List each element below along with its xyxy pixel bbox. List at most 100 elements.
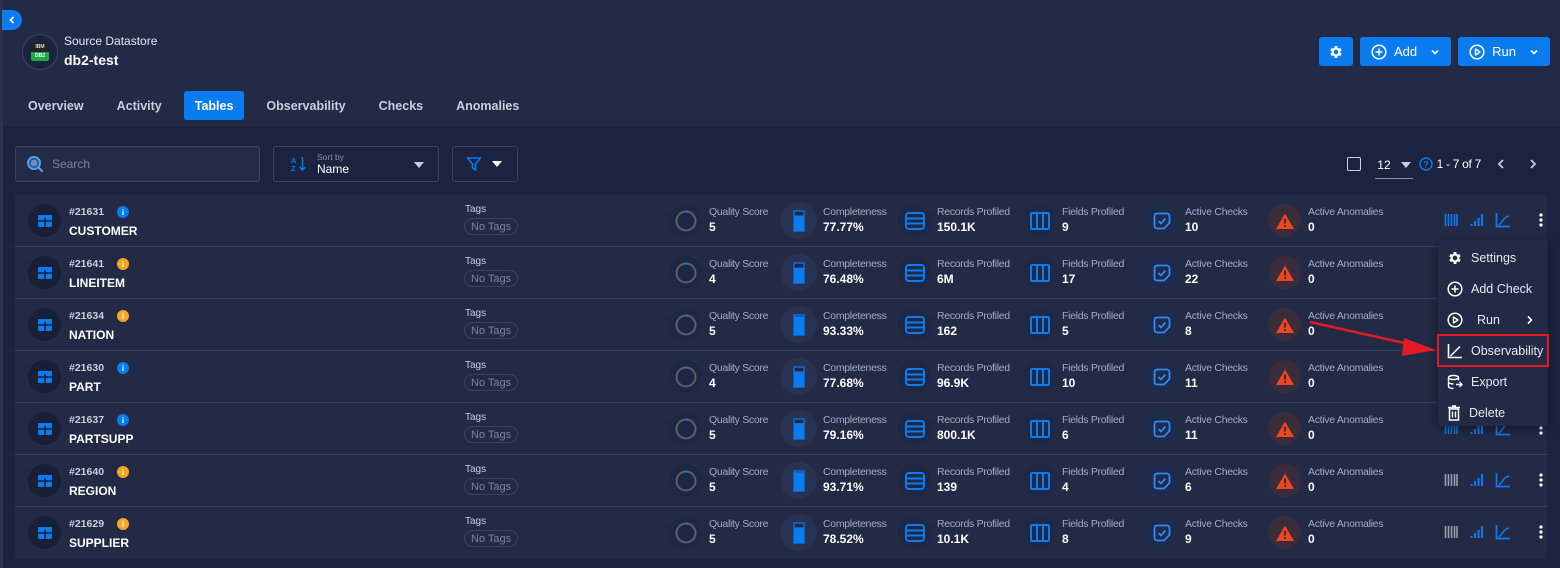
no-tags-badge[interactable]: No Tags <box>464 478 519 495</box>
table-row[interactable]: #21641 i LINEITEM Tags No Tags Quality S… <box>15 247 1547 299</box>
observability-button[interactable] <box>1495 523 1511 541</box>
records-icon <box>904 419 925 438</box>
completeness-value: 77.68% <box>823 376 864 390</box>
table-name[interactable]: NATION <box>69 328 114 342</box>
records-profiled-label: Records Profiled <box>937 362 1010 374</box>
info-icon[interactable]: i <box>117 362 129 374</box>
tab-observability[interactable]: Observability <box>255 91 356 120</box>
table-icon-wrap <box>28 204 61 237</box>
active-checks-label: Active Checks <box>1185 362 1248 374</box>
add-button[interactable]: Add <box>1360 37 1452 66</box>
no-tags-badge[interactable]: No Tags <box>464 218 519 235</box>
info-icon[interactable]: i <box>117 414 129 426</box>
more-options-button[interactable] <box>1533 211 1549 229</box>
scan-button[interactable] <box>1469 523 1485 541</box>
records-icon <box>904 315 925 334</box>
tab-checks[interactable]: Checks <box>368 91 434 120</box>
tab-activity[interactable]: Activity <box>106 91 173 120</box>
info-icon[interactable]: i <box>117 310 129 322</box>
table-icon-wrap <box>28 412 61 445</box>
fields-profiled-label: Fields Profiled <box>1062 466 1125 478</box>
table-row[interactable]: #21637 i PARTSUPP Tags No Tags Quality S… <box>15 403 1547 455</box>
quality-score-label: Quality Score <box>709 206 769 218</box>
scan-button[interactable] <box>1469 211 1485 229</box>
next-page-button[interactable] <box>1521 152 1545 176</box>
quality-score-label: Quality Score <box>709 258 769 270</box>
profile-button[interactable] <box>1443 523 1459 541</box>
menu-item-observability[interactable]: Observability <box>1437 334 1549 367</box>
menu-item-label: Export <box>1471 374 1508 389</box>
quality-score-value: 4 <box>709 272 716 286</box>
more-options-button[interactable] <box>1533 471 1549 489</box>
menu-item-add-check[interactable]: Add Check <box>1438 273 1548 304</box>
active-checks-label: Active Checks <box>1185 206 1248 218</box>
table-name[interactable]: REGION <box>69 484 116 498</box>
table-name[interactable]: CUSTOMER <box>69 224 137 238</box>
no-tags-badge[interactable]: No Tags <box>464 426 519 443</box>
fields-profiled-label: Fields Profiled <box>1062 310 1125 322</box>
search-input[interactable] <box>52 157 252 171</box>
scan-button[interactable] <box>1469 471 1485 489</box>
no-tags-badge[interactable]: No Tags <box>464 322 519 339</box>
observability-button[interactable] <box>1495 211 1511 229</box>
filter-button[interactable] <box>452 146 518 182</box>
tab-overview[interactable]: Overview <box>17 91 95 120</box>
completeness-label: Completeness <box>823 310 887 322</box>
more-options-button[interactable] <box>1533 523 1549 541</box>
info-icon[interactable]: i <box>117 258 129 270</box>
observability-button[interactable] <box>1495 471 1511 489</box>
tab-anomalies[interactable]: Anomalies <box>445 91 530 120</box>
row-context-menu: Settings Add Check Run Observability Exp… <box>1437 240 1549 428</box>
per-page-select[interactable]: 12 <box>1375 157 1413 179</box>
menu-item-export[interactable]: Export <box>1438 366 1548 397</box>
quality-score-label: Quality Score <box>709 310 769 322</box>
per-page-value: 12 <box>1377 157 1391 172</box>
table-id: #21634 <box>69 310 105 322</box>
settings-button[interactable] <box>1319 37 1353 66</box>
collapse-sidebar-button[interactable] <box>2 10 22 30</box>
no-tags-badge[interactable]: No Tags <box>464 530 519 547</box>
chevron-right-icon <box>1530 159 1537 169</box>
sort-dropdown[interactable]: AZ Sort by Name <box>273 146 439 182</box>
table-name[interactable]: PARTSUPP <box>69 432 133 446</box>
table-row[interactable]: #21631 i CUSTOMER Tags No Tags Quality S… <box>15 195 1547 247</box>
table-name[interactable]: PART <box>69 380 101 394</box>
completeness-label: Completeness <box>823 414 887 426</box>
tags-label: Tags <box>465 516 487 527</box>
menu-item-label: Observability <box>1471 343 1544 358</box>
help-icon[interactable]: ? <box>1418 157 1433 171</box>
table-name[interactable]: SUPPLIER <box>69 536 129 550</box>
prev-page-button[interactable] <box>1489 152 1513 176</box>
menu-item-settings[interactable]: Settings <box>1438 242 1548 273</box>
completeness-label: Completeness <box>823 206 887 218</box>
table-row[interactable]: #21629 i SUPPLIER Tags No Tags Quality S… <box>15 507 1547 559</box>
table-id: #21631 <box>69 206 105 218</box>
active-anomalies-label: Active Anomalies <box>1308 258 1384 270</box>
profile-button[interactable] <box>1443 211 1459 229</box>
sort-caption: Sort by <box>317 152 344 162</box>
select-all-checkbox[interactable] <box>1347 157 1362 171</box>
table-row[interactable]: #21634 i NATION Tags No Tags Quality Sco… <box>15 299 1547 351</box>
menu-item-run[interactable]: Run <box>1438 304 1548 335</box>
profile-button[interactable] <box>1443 471 1459 489</box>
no-tags-badge[interactable]: No Tags <box>464 270 519 287</box>
quality-ring-icon <box>675 366 696 387</box>
table-row[interactable]: #21630 i PART Tags No Tags Quality Score… <box>15 351 1547 403</box>
tab-tables[interactable]: Tables <box>183 91 245 120</box>
table-id: #21641 <box>69 258 105 270</box>
datastore-logo: IBM DB2 <box>22 34 58 70</box>
active-checks-value: 11 <box>1185 428 1198 442</box>
quality-ring-icon <box>675 314 696 335</box>
no-tags-badge[interactable]: No Tags <box>464 374 519 391</box>
table-row[interactable]: #21640 i REGION Tags No Tags Quality Sco… <box>15 455 1547 507</box>
completeness-value: 79.16% <box>823 428 864 442</box>
run-button[interactable]: Run <box>1458 37 1550 66</box>
table-name[interactable]: LINEITEM <box>69 276 125 290</box>
row-actions <box>1443 471 1549 489</box>
info-icon[interactable]: i <box>117 206 129 218</box>
info-icon[interactable]: i <box>117 466 129 478</box>
menu-item-delete[interactable]: Delete <box>1438 397 1548 428</box>
kebab-menu-icon <box>1539 473 1543 487</box>
info-icon[interactable]: i <box>117 518 129 530</box>
completeness-value: 93.33% <box>823 324 864 338</box>
